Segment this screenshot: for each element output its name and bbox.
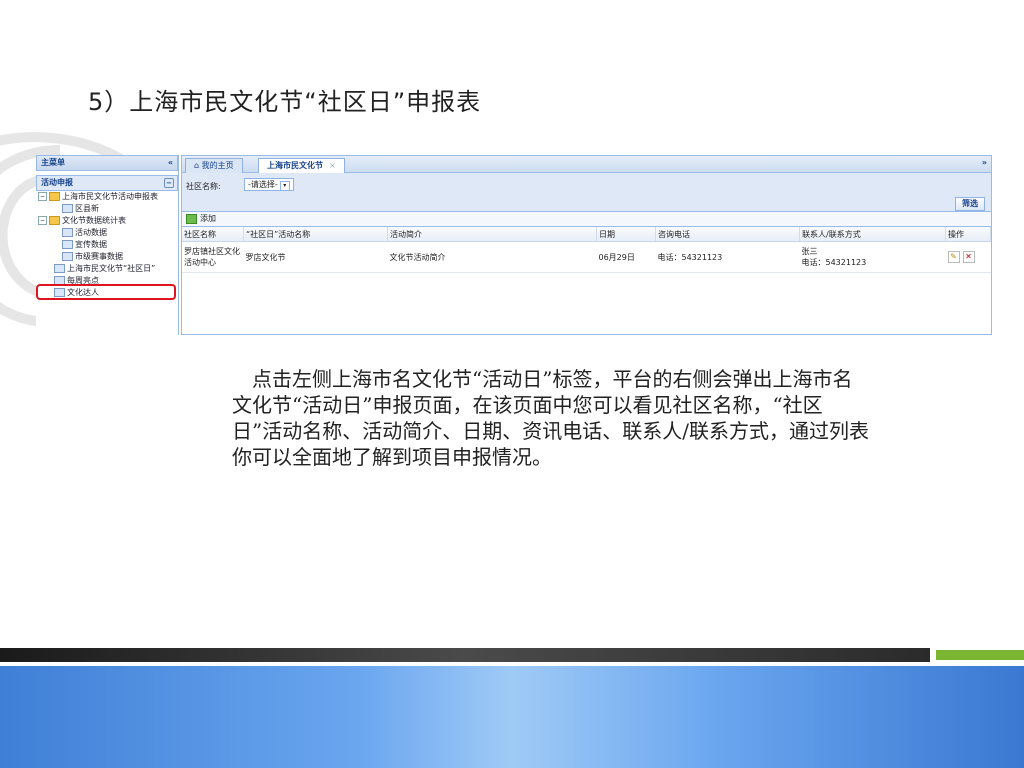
expand-icon[interactable]: − bbox=[38, 192, 47, 201]
tree-item-event-data[interactable]: 市级赛事数据 bbox=[36, 251, 178, 263]
slide-title: 5）上海市民文化节“社区日”申报表 bbox=[88, 88, 482, 116]
tree-item-label: 上海市民文化节活动申报表 bbox=[62, 192, 158, 201]
cell-activity: 罗店文化节 bbox=[243, 241, 388, 273]
sidebar-group-label: 活动申报 bbox=[41, 178, 73, 187]
column-header[interactable]: 操作 bbox=[945, 227, 991, 242]
tab-culture-festival[interactable]: 上海市民文化节 × bbox=[258, 158, 345, 173]
column-header[interactable]: 日期 bbox=[596, 227, 656, 242]
contact-name: 张三 bbox=[801, 247, 818, 256]
decorative-green-band bbox=[936, 650, 1024, 660]
column-header[interactable]: 咨询电话 bbox=[655, 227, 800, 242]
add-label: 添加 bbox=[200, 214, 216, 223]
grid-toolbar: 添加 bbox=[182, 212, 991, 227]
page-icon bbox=[54, 264, 65, 273]
filter-button[interactable]: 筛选 bbox=[955, 197, 985, 211]
edit-icon[interactable]: ✎ bbox=[947, 251, 960, 263]
column-header[interactable]: 活动简介 bbox=[387, 227, 597, 242]
cell-date: 06月29日 bbox=[596, 241, 656, 273]
add-icon bbox=[186, 213, 197, 224]
description: 点击左侧上海市名文化节“活动日”标签，平台的右侧会弹出上海市名文化节“活动日”申… bbox=[232, 366, 872, 470]
tab-label: 上海市民文化节 bbox=[267, 161, 323, 170]
filter-panel: 社区名称: -请选择- ▾ 筛选 bbox=[182, 173, 991, 212]
tab-close-icon[interactable]: × bbox=[329, 161, 336, 170]
tree-item-report[interactable]: − 上海市民文化节活动申报表 bbox=[36, 191, 178, 203]
column-header[interactable]: 社区名称 bbox=[182, 227, 244, 242]
select-value: -请选择- bbox=[248, 180, 278, 189]
tab-home[interactable]: ⌂ 我的主页 bbox=[185, 158, 243, 173]
page-icon bbox=[62, 252, 73, 261]
tree-item-label: 上海市民文化节“社区日” bbox=[67, 264, 156, 273]
collapse-icon[interactable]: « bbox=[168, 156, 173, 170]
data-table: 社区名称 “社区日”活动名称 活动简介 日期 咨询电话 联系人/联系方式 操作 … bbox=[182, 227, 991, 273]
table-row[interactable]: 罗店镇社区文化活动中心 罗店文化节 文化节活动简介 06月29日 电话：5432… bbox=[182, 241, 991, 273]
table-header-row: 社区名称 “社区日”活动名称 活动简介 日期 咨询电话 联系人/联系方式 操作 bbox=[182, 227, 991, 242]
tree-item-community-day[interactable]: 上海市民文化节“社区日” bbox=[36, 263, 178, 275]
page-icon bbox=[62, 228, 73, 237]
contact-phone: 电话：54321123 bbox=[801, 258, 867, 267]
page-icon bbox=[62, 240, 73, 249]
decorative-dark-band bbox=[0, 648, 930, 662]
group-collapse-icon[interactable]: − bbox=[164, 178, 174, 188]
page-icon bbox=[62, 204, 73, 213]
cell-community: 罗店镇社区文化活动中心 bbox=[182, 241, 244, 273]
tree-item-label: 市级赛事数据 bbox=[75, 252, 123, 261]
tab-home-label: ⌂ 我的主页 bbox=[194, 161, 234, 170]
tree-item-label: 区县新 bbox=[75, 204, 99, 213]
tree-item-district[interactable]: 区县新 bbox=[36, 203, 178, 215]
decorative-blue-band bbox=[0, 666, 1024, 768]
cell-phone: 电话：54321123 bbox=[655, 241, 800, 273]
column-header[interactable]: 联系人/联系方式 bbox=[799, 227, 946, 242]
tree-item-label: 活动数据 bbox=[75, 228, 107, 237]
description-text: 点击左侧上海市名文化节“活动日”标签，平台的右侧会弹出上海市名文化节“活动日”申… bbox=[232, 367, 869, 469]
app-screenshot: 主菜单 « 活动申报 − − 上海市民文化节活动申报表 区县新 − 文化节数据统计表… bbox=[36, 155, 992, 335]
add-button[interactable]: 添加 bbox=[186, 213, 216, 224]
highlight-box bbox=[36, 284, 176, 300]
main-pane: ⌂ 我的主页 上海市民文化节 × » 社区名称: -请选择- ▾ 筛选 添加 社区名… bbox=[181, 155, 992, 335]
tree-item-promo-data[interactable]: 宣传数据 bbox=[36, 239, 178, 251]
cell-contact: 张三 电话：54321123 bbox=[799, 241, 946, 273]
sidebar-header-label: 主菜单 bbox=[41, 158, 65, 167]
cell-intro: 文化节活动简介 bbox=[387, 241, 597, 273]
column-header[interactable]: “社区日”活动名称 bbox=[243, 227, 388, 242]
expand-icon[interactable]: − bbox=[38, 216, 47, 225]
community-select[interactable]: -请选择- ▾ bbox=[244, 178, 294, 191]
tree-item-stats[interactable]: − 文化节数据统计表 bbox=[36, 215, 178, 227]
sidebar-header: 主菜单 « bbox=[36, 155, 178, 171]
tab-more-icon[interactable]: » bbox=[982, 158, 987, 167]
folder-icon bbox=[49, 216, 60, 225]
folder-icon bbox=[49, 192, 60, 201]
sidebar-group-activity[interactable]: 活动申报 − bbox=[36, 175, 178, 191]
delete-icon[interactable]: ✕ bbox=[962, 251, 975, 263]
tree-item-label: 宣传数据 bbox=[75, 240, 107, 249]
community-name-label: 社区名称: bbox=[186, 182, 221, 191]
chevron-down-icon[interactable]: ▾ bbox=[279, 181, 290, 191]
tree-item-activity-data[interactable]: 活动数据 bbox=[36, 227, 178, 239]
tab-bar: ⌂ 我的主页 上海市民文化节 × » bbox=[182, 156, 991, 173]
tree-item-label: 文化节数据统计表 bbox=[62, 216, 126, 225]
cell-actions: ✎ ✕ bbox=[945, 241, 991, 273]
sidebar: 主菜单 « 活动申报 − − 上海市民文化节活动申报表 区县新 − 文化节数据统计表… bbox=[36, 155, 179, 335]
